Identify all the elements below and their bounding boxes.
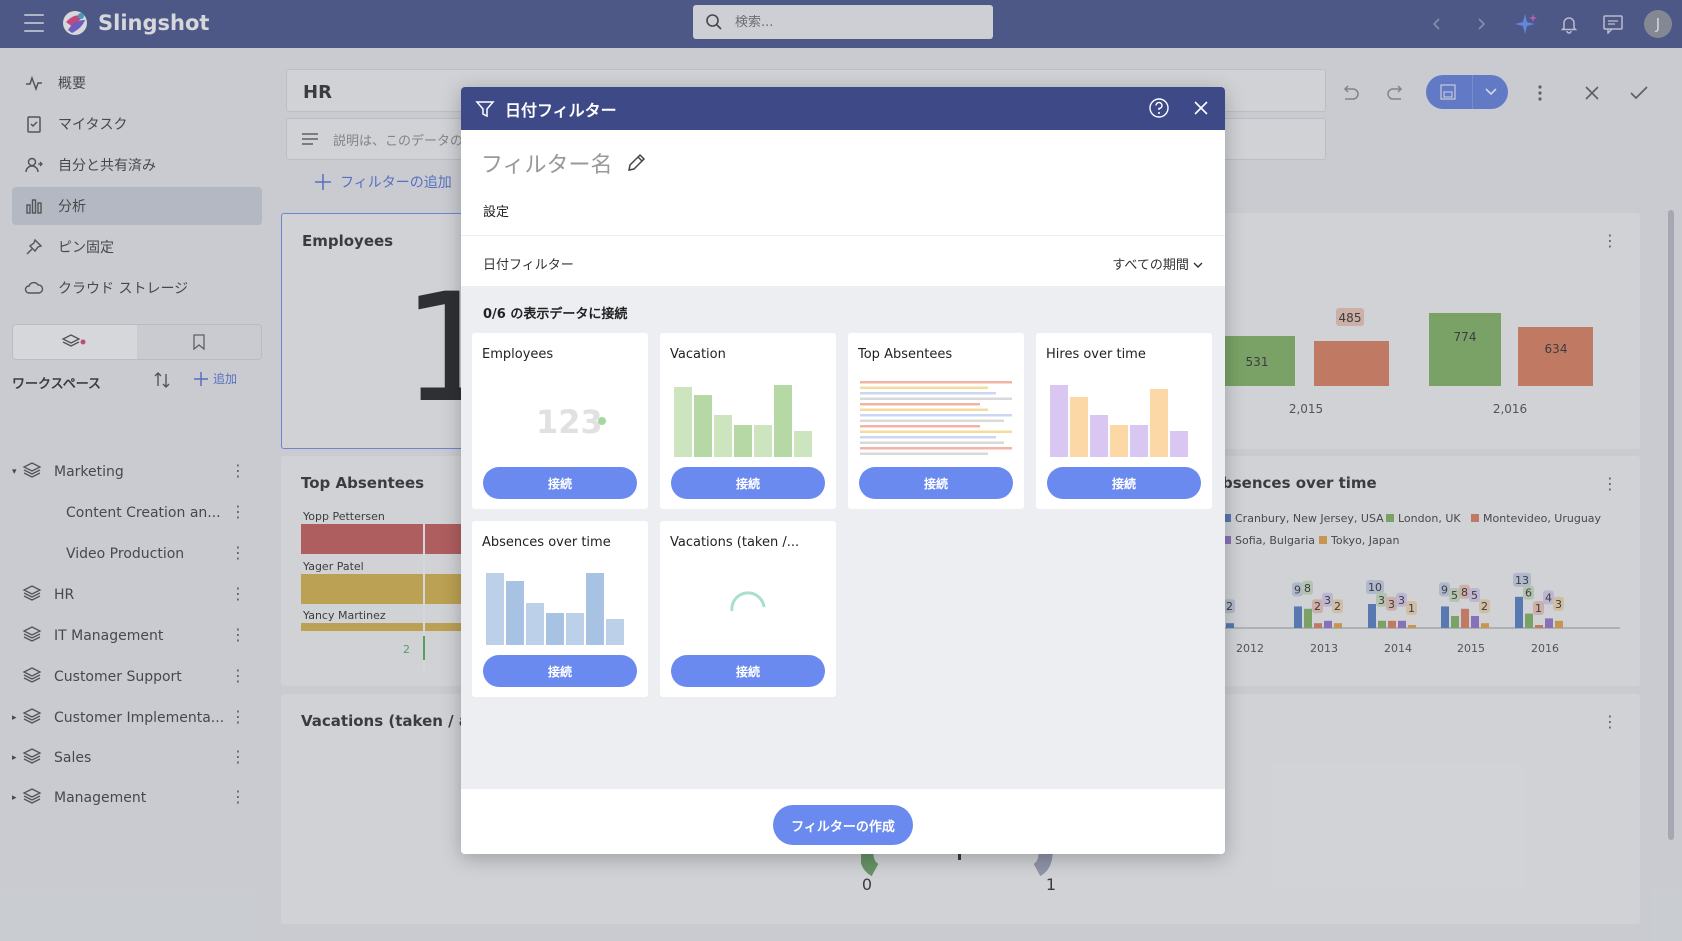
visualization-thumbnail [1048, 379, 1200, 457]
thumb-bar [1130, 425, 1148, 457]
thumb-bar [506, 581, 524, 645]
table-line [860, 397, 1012, 400]
thumb-bar [1170, 431, 1188, 457]
visualization-list: 0/6 の表示データに接続 Employees 123 接続 Vacation 接続 To… [461, 287, 1225, 789]
connect-button[interactable]: 接続 [1047, 467, 1201, 499]
visualization-thumbnail [860, 379, 1012, 457]
visualization-card: Hires over time 接続 [1036, 333, 1212, 509]
table-line [860, 425, 980, 428]
table-line [860, 436, 996, 439]
connect-button[interactable]: 接続 [671, 655, 825, 687]
dialog-title: 日付フィルター [505, 100, 617, 120]
thumb-bar [1150, 389, 1168, 457]
visualization-title: Absences over time [482, 535, 611, 550]
thumb-bar [694, 395, 712, 457]
table-line [860, 447, 1012, 450]
visualization-title: Vacations (taken /... [670, 535, 800, 550]
thumb-bar [1050, 385, 1068, 457]
create-filter-button[interactable]: フィルターの作成 [773, 805, 913, 845]
table-line [860, 452, 988, 455]
visualization-title: Employees [482, 347, 554, 362]
connect-button[interactable]: 接続 [671, 467, 825, 499]
thumb-bar [674, 387, 692, 457]
thumb-bar [1070, 397, 1088, 457]
dialog-header: 日付フィルター [461, 87, 1225, 130]
table-line [860, 419, 1004, 422]
date-filter-label: 日付フィルター [483, 258, 574, 273]
table-line [860, 441, 1004, 444]
visualization-card: Vacation 接続 [660, 333, 836, 509]
visualization-thumbnail: 123 [484, 379, 636, 457]
visualization-thumbnail [672, 567, 824, 645]
close-icon[interactable] [1189, 96, 1213, 120]
period-value: すべての期間 [1112, 258, 1189, 273]
thumb-bar [1110, 425, 1128, 457]
visualization-card: Top Absentees 接続 [848, 333, 1024, 509]
thumb-bar [486, 573, 504, 645]
kpi-dot [598, 417, 606, 425]
help-icon[interactable] [1147, 96, 1171, 120]
pencil-icon[interactable] [625, 152, 647, 174]
table-line [860, 386, 988, 389]
visualization-card: Employees 123 接続 [472, 333, 648, 509]
date-filter-row: 日付フィルター すべての期間 [461, 235, 1225, 287]
thumb-bar [734, 425, 752, 457]
table-line [860, 408, 988, 411]
connection-status: 0/6 の表示データに接続 [483, 307, 628, 322]
settings-label: 設定 [483, 205, 510, 220]
table-line [860, 403, 980, 406]
filter-name-field[interactable]: フィルター名 [481, 147, 647, 179]
filter-icon [475, 100, 495, 117]
table-line [860, 414, 1012, 417]
thumb-bar [546, 613, 564, 645]
thumb-bar [714, 415, 732, 457]
thumb-bar [794, 431, 812, 457]
thumb-bar [566, 613, 584, 645]
thumb-bar [1090, 415, 1108, 457]
visualization-title: Hires over time [1046, 347, 1146, 362]
dialog-footer: フィルターの作成 [461, 789, 1225, 854]
table-line [860, 392, 996, 395]
connect-button[interactable]: 接続 [859, 467, 1013, 499]
loading-spinner [730, 591, 766, 612]
visualization-card: Absences over time 接続 [472, 521, 648, 697]
chevron-down-icon [1193, 262, 1203, 268]
thumb-bar [774, 385, 792, 457]
date-filter-dialog: 日付フィルター フィルター名 設定 日付フィルター すべての期間 0/6 の表示… [461, 87, 1225, 854]
visualization-card: Vacations (taken /... 接続 [660, 521, 836, 697]
visualization-thumbnail [672, 379, 824, 457]
connect-button[interactable]: 接続 [483, 467, 637, 499]
visualization-title: Top Absentees [858, 347, 953, 362]
thumb-bar [606, 619, 624, 645]
connect-button[interactable]: 接続 [483, 655, 637, 687]
visualization-thumbnail [484, 567, 636, 645]
kpi-sample-text: 123 [536, 403, 603, 441]
visualization-title: Vacation [670, 347, 726, 362]
thumb-bar [526, 603, 544, 645]
thumb-bar [586, 573, 604, 645]
table-line [860, 381, 1012, 384]
period-select[interactable]: すべての期間 [1112, 254, 1203, 273]
table-line [860, 430, 1012, 433]
filter-name-placeholder: フィルター名 [481, 153, 613, 178]
thumb-bar [754, 425, 772, 457]
